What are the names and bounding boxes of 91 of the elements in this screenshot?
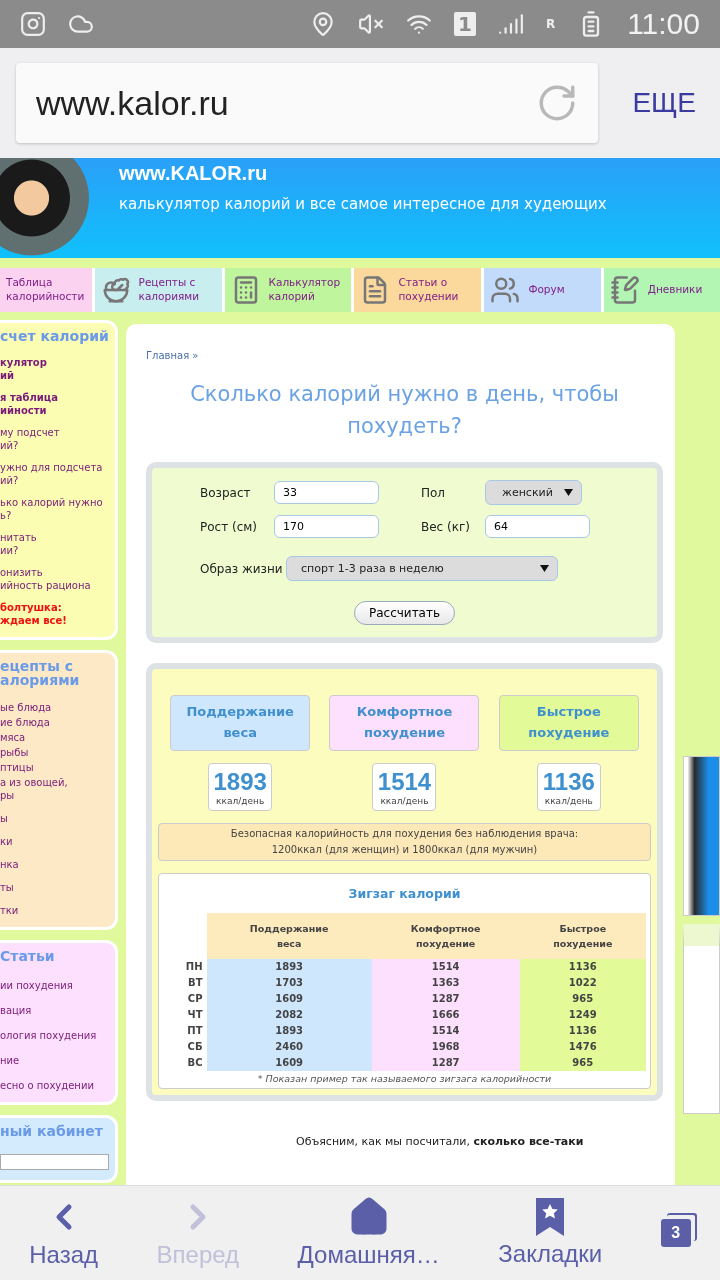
sidebar-link[interactable]: птицы bbox=[0, 761, 109, 774]
day-cell: ПТ bbox=[163, 1022, 207, 1039]
menu-tab[interactable]: Статьи о похудении bbox=[354, 268, 482, 312]
people-icon bbox=[490, 275, 521, 305]
calorie-value: 1514 bbox=[377, 767, 432, 796]
weight-field[interactable]: 64 bbox=[485, 515, 590, 538]
sidebar-link[interactable]: му подсчет ий? bbox=[0, 426, 109, 452]
sidebar-link[interactable]: нитать ии? bbox=[0, 531, 109, 557]
day-cell: СР bbox=[163, 990, 207, 1007]
lifestyle-select[interactable]: спорт 1-3 раза в неделю bbox=[286, 556, 558, 581]
clock: 11:00 bbox=[627, 7, 700, 41]
sidebar-link[interactable]: я таблица ийности bbox=[0, 391, 109, 417]
field-label: Возраст bbox=[200, 485, 252, 500]
site-title: www.KALOR.ru bbox=[119, 162, 269, 185]
nav-button[interactable]: Домашняя… bbox=[291, 1191, 446, 1275]
page-heading: Сколько калорий нужно в день, чтобы похудеть? bbox=[189, 381, 620, 440]
calorie-value: 1893 bbox=[213, 767, 267, 796]
age-field[interactable]: 33 bbox=[274, 481, 379, 504]
caret-icon bbox=[540, 565, 549, 572]
bookmark-icon bbox=[536, 1198, 565, 1236]
sidebar-link[interactable]: кулятор ий bbox=[0, 356, 109, 382]
caret-icon bbox=[564, 489, 573, 496]
sidebar-link[interactable]: ние bbox=[0, 1054, 109, 1067]
column-header: Комфортное похудение bbox=[371, 912, 520, 959]
field-label: Образ жизни bbox=[200, 561, 284, 576]
sidebar-link[interactable]: ые блюда bbox=[0, 701, 109, 714]
unit-label: ккал/день bbox=[380, 795, 429, 806]
table-footnote: * Показан пример так называемого зигзага калорийности bbox=[257, 1072, 552, 1084]
more-button[interactable]: ЕЩЕ bbox=[624, 87, 704, 119]
sidebar-link[interactable]: ужно для подсчета ий? bbox=[0, 461, 109, 487]
column-header: Быстрое похудение bbox=[519, 912, 646, 959]
sidebar-link[interactable]: нка bbox=[0, 858, 109, 871]
day-cell: ЧТ bbox=[163, 1006, 207, 1023]
unit-label: ккал/день bbox=[544, 795, 593, 806]
login-field[interactable] bbox=[0, 1154, 109, 1170]
nav-button[interactable]: Закладки bbox=[492, 1192, 609, 1274]
column-header: Поддержание веса bbox=[206, 912, 372, 959]
sidebar-link[interactable]: а из овощей, ры bbox=[0, 776, 109, 802]
site-tagline: калькулятор калорий и все самое интересное для худеющих bbox=[119, 195, 607, 213]
field-label: Рост (см) bbox=[200, 519, 258, 534]
nav-button[interactable]: Назад bbox=[23, 1191, 104, 1275]
sidebar-link[interactable]: мяса bbox=[0, 731, 109, 744]
sidebar-heading: ецепты с алориями bbox=[0, 659, 81, 687]
day-cell: ВТ bbox=[163, 974, 207, 991]
sidebar-link[interactable]: ты bbox=[0, 881, 109, 894]
sidebar-link[interactable]: ии похудения bbox=[0, 979, 109, 992]
result-label: Поддержание веса bbox=[170, 695, 311, 751]
nav-button[interactable]: 3 bbox=[654, 1213, 697, 1253]
url-text: www.kalor.ru bbox=[36, 83, 229, 123]
menu-tab[interactable]: Калькулятор калорий bbox=[224, 268, 352, 312]
sidebar-link[interactable]: тки bbox=[0, 904, 109, 917]
sidebar-link[interactable]: онизить ийность рациона bbox=[0, 566, 109, 592]
address-field[interactable]: www.kalor.ru bbox=[16, 63, 599, 143]
signal-icon bbox=[497, 11, 524, 37]
menu-tab[interactable]: Форум bbox=[484, 268, 601, 312]
sidebar-link[interactable]: ология похудения bbox=[0, 1029, 109, 1042]
sim-label: 1 bbox=[453, 12, 476, 36]
sidebar-heading: ный кабинет bbox=[0, 1124, 104, 1138]
height-field[interactable]: 170 bbox=[274, 515, 379, 538]
breadcrumb-link[interactable]: Главная » bbox=[146, 350, 663, 361]
article-text: Объясним, как мы посчитали, сколько все-таки bbox=[296, 1134, 585, 1148]
sidebar-link[interactable]: рыбы bbox=[0, 746, 109, 759]
sidebar-heading: счет калорий bbox=[0, 329, 109, 343]
sidebar-link[interactable]: болтушка: ждаем все! bbox=[0, 601, 109, 627]
mute-icon bbox=[357, 11, 384, 37]
sidebar-link[interactable]: ки bbox=[0, 835, 109, 848]
result-label: Комфортное похудение bbox=[329, 695, 480, 751]
field-label: Вес (кг) bbox=[421, 519, 471, 534]
calculate-button[interactable]: Рассчитать bbox=[353, 601, 456, 625]
menu-tab[interactable]: Дневники bbox=[603, 268, 720, 312]
day-cell: ВС bbox=[163, 1054, 207, 1071]
sidebar-heading: Статьи bbox=[0, 949, 56, 963]
instagram-icon bbox=[20, 11, 46, 37]
menu-tab[interactable]: Рецепты с калориями bbox=[94, 268, 222, 312]
roaming-label: R bbox=[545, 17, 556, 31]
result-label: Быстрое похудение bbox=[498, 695, 639, 751]
unit-label: ккал/день bbox=[216, 795, 265, 806]
day-cell: СБ bbox=[163, 1038, 207, 1055]
sidebar-link[interactable]: вация bbox=[0, 1004, 109, 1017]
notepad-icon bbox=[609, 275, 640, 305]
sidebar-link[interactable]: ы bbox=[0, 812, 109, 825]
sidebar-link[interactable]: ько калорий нужно ь? bbox=[0, 496, 109, 522]
field-label: Пол bbox=[421, 485, 447, 500]
sex-select[interactable]: женский bbox=[485, 480, 582, 505]
day-cell: ПН bbox=[163, 958, 207, 975]
menu-tab[interactable]: Таблица калорийности bbox=[0, 268, 92, 312]
sidebar-link[interactable]: есно о похудении bbox=[0, 1079, 109, 1092]
table-title: Зигзаг калорий bbox=[348, 885, 461, 901]
calorie-value: 1136 bbox=[542, 767, 595, 796]
safety-note: Безопасная калорийность для похудения без наблюдения врача: 1200ккал (для женщин) и 1800ккал (для мужчин) bbox=[158, 822, 651, 861]
sidebar-link[interactable]: ие блюда bbox=[0, 716, 109, 729]
